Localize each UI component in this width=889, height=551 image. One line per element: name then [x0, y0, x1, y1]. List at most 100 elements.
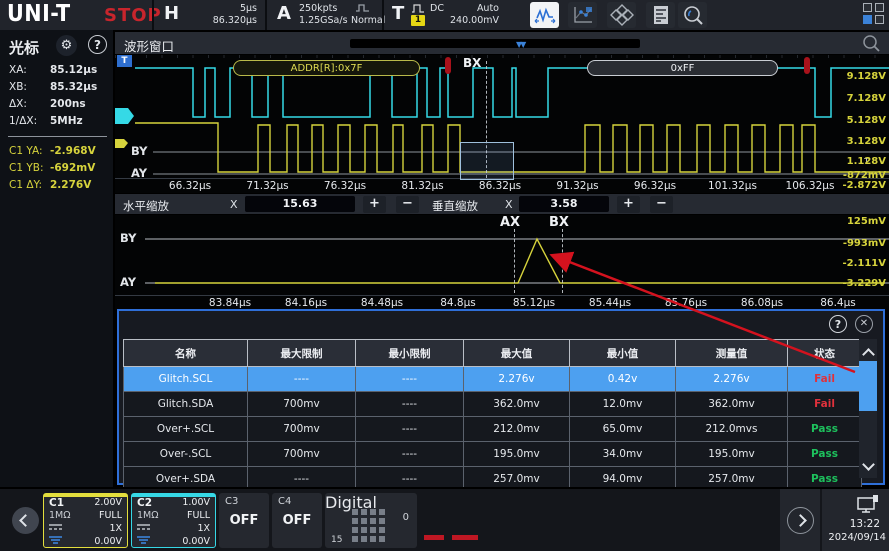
record-position-marker[interactable]: ▼▼ [516, 40, 524, 49]
cursor-ay-label[interactable]: AY [131, 166, 147, 180]
report-button[interactable] [646, 2, 675, 28]
channel3-state: OFF [219, 513, 269, 528]
table-cell: 195.0mv [464, 442, 570, 467]
panel-help-icon[interactable]: ? [829, 315, 847, 333]
limit-table-row[interactable]: Glitch.SCL--------2.276v0.42v2.276vFail [124, 367, 862, 392]
magnifier-icon [681, 4, 705, 26]
channel-bar-prev-button[interactable] [12, 507, 39, 534]
table-cell: 2.276v [464, 367, 570, 392]
error-marker-1 [445, 57, 451, 74]
status-cell: Pass [788, 442, 862, 467]
time-tick-label: 84.8µs [440, 297, 476, 309]
trigger-source-badge: 1 [411, 15, 425, 26]
hzoom-plus-button[interactable]: + [363, 196, 386, 213]
xy-mode-button[interactable] [568, 2, 597, 28]
ground-icon [137, 536, 150, 544]
voltage-tick-label: 125mV [847, 216, 886, 227]
table-cell: Glitch.SDA [124, 392, 248, 417]
limit-table-row[interactable]: Glitch.SDA700mv----362.0mv12.0mv362.0mvF… [124, 392, 862, 417]
digital-activity-mark [452, 535, 478, 540]
channel2-id: C2 [137, 497, 152, 509]
acquire-mode-icon [355, 3, 371, 13]
digital-bit [370, 509, 376, 515]
channel-bar-next-button[interactable] [787, 507, 814, 534]
time-tick-label: 96.32µs [634, 180, 676, 192]
table-cell: ---- [356, 442, 464, 467]
voltage-tick-label: 5.128V [847, 115, 886, 126]
zoom-selection-box[interactable] [460, 142, 514, 180]
channel2-tile[interactable]: C21.00V 1MΩFULL 1X 0.00V [131, 493, 216, 548]
hzoom-x: X [230, 198, 238, 211]
voltage-tick-label: -2.111V [842, 258, 886, 269]
channel1-bandwidth: FULL [99, 510, 122, 521]
trigger-section[interactable]: T DC 1 Auto 240.00mV [382, 0, 507, 30]
cursor-ax-line[interactable] [514, 229, 515, 293]
cursor-by-label-zoom[interactable]: BY [120, 231, 136, 245]
math-button[interactable] [607, 2, 636, 28]
oscilloscope-screen: UNI-T STOP H 5µs 86.320µs A 250kpts 1.25… [0, 0, 889, 551]
time-tick-label: 85.44µs [589, 297, 631, 309]
acquire-key: A [277, 3, 291, 24]
scroll-down-icon[interactable] [864, 454, 873, 473]
voltage-tick-label: -3.229V [842, 278, 886, 289]
main-waveform-view[interactable]: T ADDR[R]:0x7F 0xFF BX BY AY T 9.128V7.1… [115, 55, 889, 193]
vzoom-plus-button[interactable]: + [617, 196, 640, 213]
table-cell: Over-.SCL [124, 442, 248, 467]
cursor-bx-line-zoom[interactable] [562, 229, 563, 293]
zoom-waveform-view[interactable]: AX BX BY AY 125mV-993mV-2.111V-3.229V 83… [115, 215, 889, 310]
table-cell: ---- [356, 417, 464, 442]
channel2-bandwidth: FULL [187, 510, 210, 521]
divider [8, 136, 107, 137]
channel1-probe: 1X [109, 523, 122, 534]
digital-bit [361, 527, 367, 533]
voltage-tick-label: 7.128V [847, 93, 886, 104]
trigger-time-marker[interactable]: T [117, 55, 132, 67]
table-header-cell: 名称 [124, 340, 248, 367]
gear-icon[interactable]: ⚙ [56, 35, 77, 56]
limit-table-row[interactable]: Over+.SCL700mv----212.0mv65.0mv212.0mvsP… [124, 417, 862, 442]
help-icon[interactable]: ? [88, 35, 107, 54]
measure-analysis-button[interactable] [530, 2, 559, 28]
panel-close-icon[interactable]: ✕ [855, 315, 873, 333]
channel3-tile[interactable]: C3 OFF [219, 493, 269, 548]
cursor-readout: C1 ΔY:2.276V [0, 177, 115, 194]
table-cell: ---- [356, 367, 464, 392]
hzoom-value[interactable]: 15.63 [245, 196, 355, 212]
zoom-window-icon[interactable] [862, 34, 881, 53]
time-tick-label: 85.76µs [665, 297, 707, 309]
table-scrollbar[interactable] [859, 339, 877, 478]
cursor-ay-label-zoom[interactable]: AY [120, 275, 136, 289]
cursor-sidebar: 光标 ⚙ ? XA:85.12µsXB:85.32µsΔX:200ns1/ΔX:… [0, 30, 115, 487]
acquire-section[interactable]: A 250kpts 1.25GSa/s Normal [265, 0, 384, 30]
cursor-by-label[interactable]: BY [131, 144, 147, 158]
window-layout-indicator[interactable] [863, 3, 886, 26]
table-cell: 212.0mvs [676, 417, 788, 442]
time-tick-label: 86.08µs [741, 297, 783, 309]
channel4-tile[interactable]: C4 OFF [272, 493, 322, 548]
digital-bit [370, 518, 376, 524]
cursor-readout: C1 YB:-692mV [0, 160, 115, 177]
digital-bit [352, 509, 358, 515]
channel2-probe: 1X [197, 523, 210, 534]
limit-table-row[interactable]: Over-.SCL700mv----195.0mv34.0mv195.0mvPa… [124, 442, 862, 467]
search-button[interactable] [678, 2, 707, 28]
wave-window-titlebar: 波形窗口 ▼▼ [115, 32, 889, 55]
status-cell: Pass [788, 417, 862, 442]
timebase-scale: 5µs [240, 3, 257, 14]
scrollbar-thumb[interactable] [859, 361, 877, 411]
digital-channels-tile[interactable]: Digital 0 15 [325, 493, 417, 548]
hzoom-minus-button[interactable]: − [396, 196, 419, 213]
acquire-mode: Normal [351, 15, 385, 26]
time-tick-label: 71.32µs [246, 180, 288, 192]
channel-bar-next-section [780, 489, 820, 551]
clock-date: 2024/09/14 [828, 532, 886, 543]
coupling-icon [49, 523, 62, 531]
table-header-row: 名称最大限制最小限制最大值最小值测量值状态 [124, 340, 862, 367]
vzoom-value[interactable]: 3.58 [519, 196, 609, 212]
channel1-id: C1 [49, 497, 64, 509]
record-position-slider[interactable]: ▼▼ [350, 39, 640, 48]
channel1-tile[interactable]: C12.00V 1MΩFULL 1X 0.00V [43, 493, 128, 548]
window-slot-2 [875, 3, 884, 12]
vzoom-minus-button[interactable]: − [650, 196, 673, 213]
horizontal-section[interactable]: H 5µs 86.320µs [152, 0, 267, 30]
